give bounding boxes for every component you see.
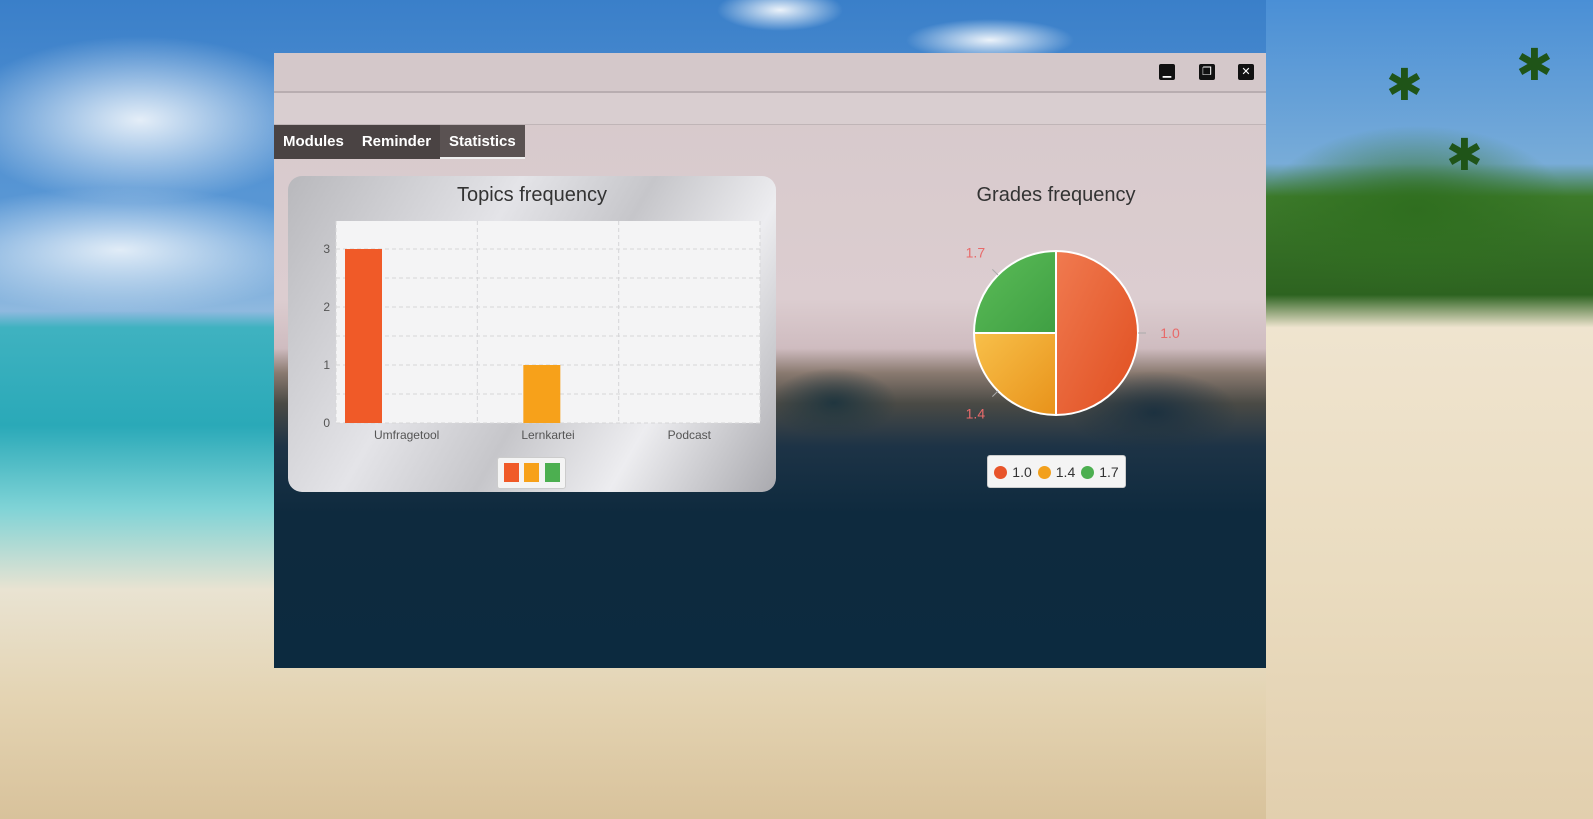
- pie-slice-label: 1.0: [1160, 325, 1180, 341]
- app-window: ▁ ❐ ✕ Modules Reminder Statistics Topics…: [274, 53, 1266, 668]
- pie-slice: [972, 249, 1057, 334]
- palm-tree-decoration: ✱: [1386, 61, 1423, 110]
- legend-dot-icon: [1037, 465, 1051, 479]
- pie-legend-label: 1.7: [1099, 463, 1119, 480]
- tab-statistics[interactable]: Statistics: [440, 125, 525, 159]
- legend-dot-icon: [1081, 465, 1095, 479]
- menu-bar: [274, 93, 1266, 125]
- bar: [345, 249, 382, 423]
- pie-legend-label: 1.0: [1012, 463, 1032, 480]
- pie-slice: [1055, 249, 1139, 417]
- pie-label-line: [992, 269, 999, 276]
- pie-chart-title: Grades frequency: [976, 184, 1136, 206]
- x-tick-label: Umfragetool: [374, 428, 439, 442]
- pie-legend-item: 1.7: [1081, 463, 1119, 480]
- pie-label-line: [992, 390, 999, 397]
- y-tick-label: 0: [323, 416, 330, 430]
- legend-swatch-series-2: [524, 463, 539, 482]
- restore-icon[interactable]: ❐: [1199, 64, 1215, 80]
- pie-chart: 1.0 1.4 1.7: [966, 244, 1180, 422]
- pie-legend-label: 1.4: [1055, 463, 1076, 480]
- minimize-icon[interactable]: ▁: [1159, 64, 1175, 80]
- bar-chart: 0 1 2 3 Umfragetool Lernkartei Podcast: [323, 221, 761, 442]
- y-tick-label: 2: [323, 300, 330, 314]
- tab-modules[interactable]: Modules: [274, 125, 353, 159]
- x-tick-label: Podcast: [668, 428, 712, 442]
- pie-legend-item: 1.4: [1037, 463, 1076, 480]
- legend-swatch-series-3: [545, 463, 560, 482]
- y-tick-label: 3: [323, 242, 330, 256]
- pie-legend-item: 1.0: [994, 463, 1032, 480]
- pie-chart-legend: 1.0 1.4 1.7: [987, 455, 1126, 488]
- palm-tree-decoration: ✱: [1516, 41, 1553, 90]
- tab-reminder[interactable]: Reminder: [353, 125, 440, 159]
- topics-frequency-chart-card: Topics frequency 0 1 2 3 Umfragetool Lernkart…: [288, 176, 776, 492]
- pie-slice-label: 1.7: [966, 244, 986, 260]
- pie-slice-label: 1.4: [966, 406, 986, 422]
- close-icon[interactable]: ✕: [1238, 64, 1254, 80]
- legend-swatch-series-1: [504, 463, 519, 482]
- y-tick-label: 1: [323, 358, 330, 372]
- bar: [523, 365, 561, 423]
- palm-tree-decoration: ✱: [1446, 131, 1483, 180]
- title-bar: ▁ ❐ ✕: [274, 53, 1266, 93]
- legend-dot-icon: [994, 465, 1008, 479]
- desktop-background-beach: ✱ ✱ ✱: [1266, 0, 1593, 819]
- pie-slice: [972, 332, 1057, 417]
- x-tick-label: Lernkartei: [521, 428, 574, 442]
- bar-chart-legend: [497, 457, 566, 489]
- tab-bar: Modules Reminder Statistics: [274, 125, 525, 159]
